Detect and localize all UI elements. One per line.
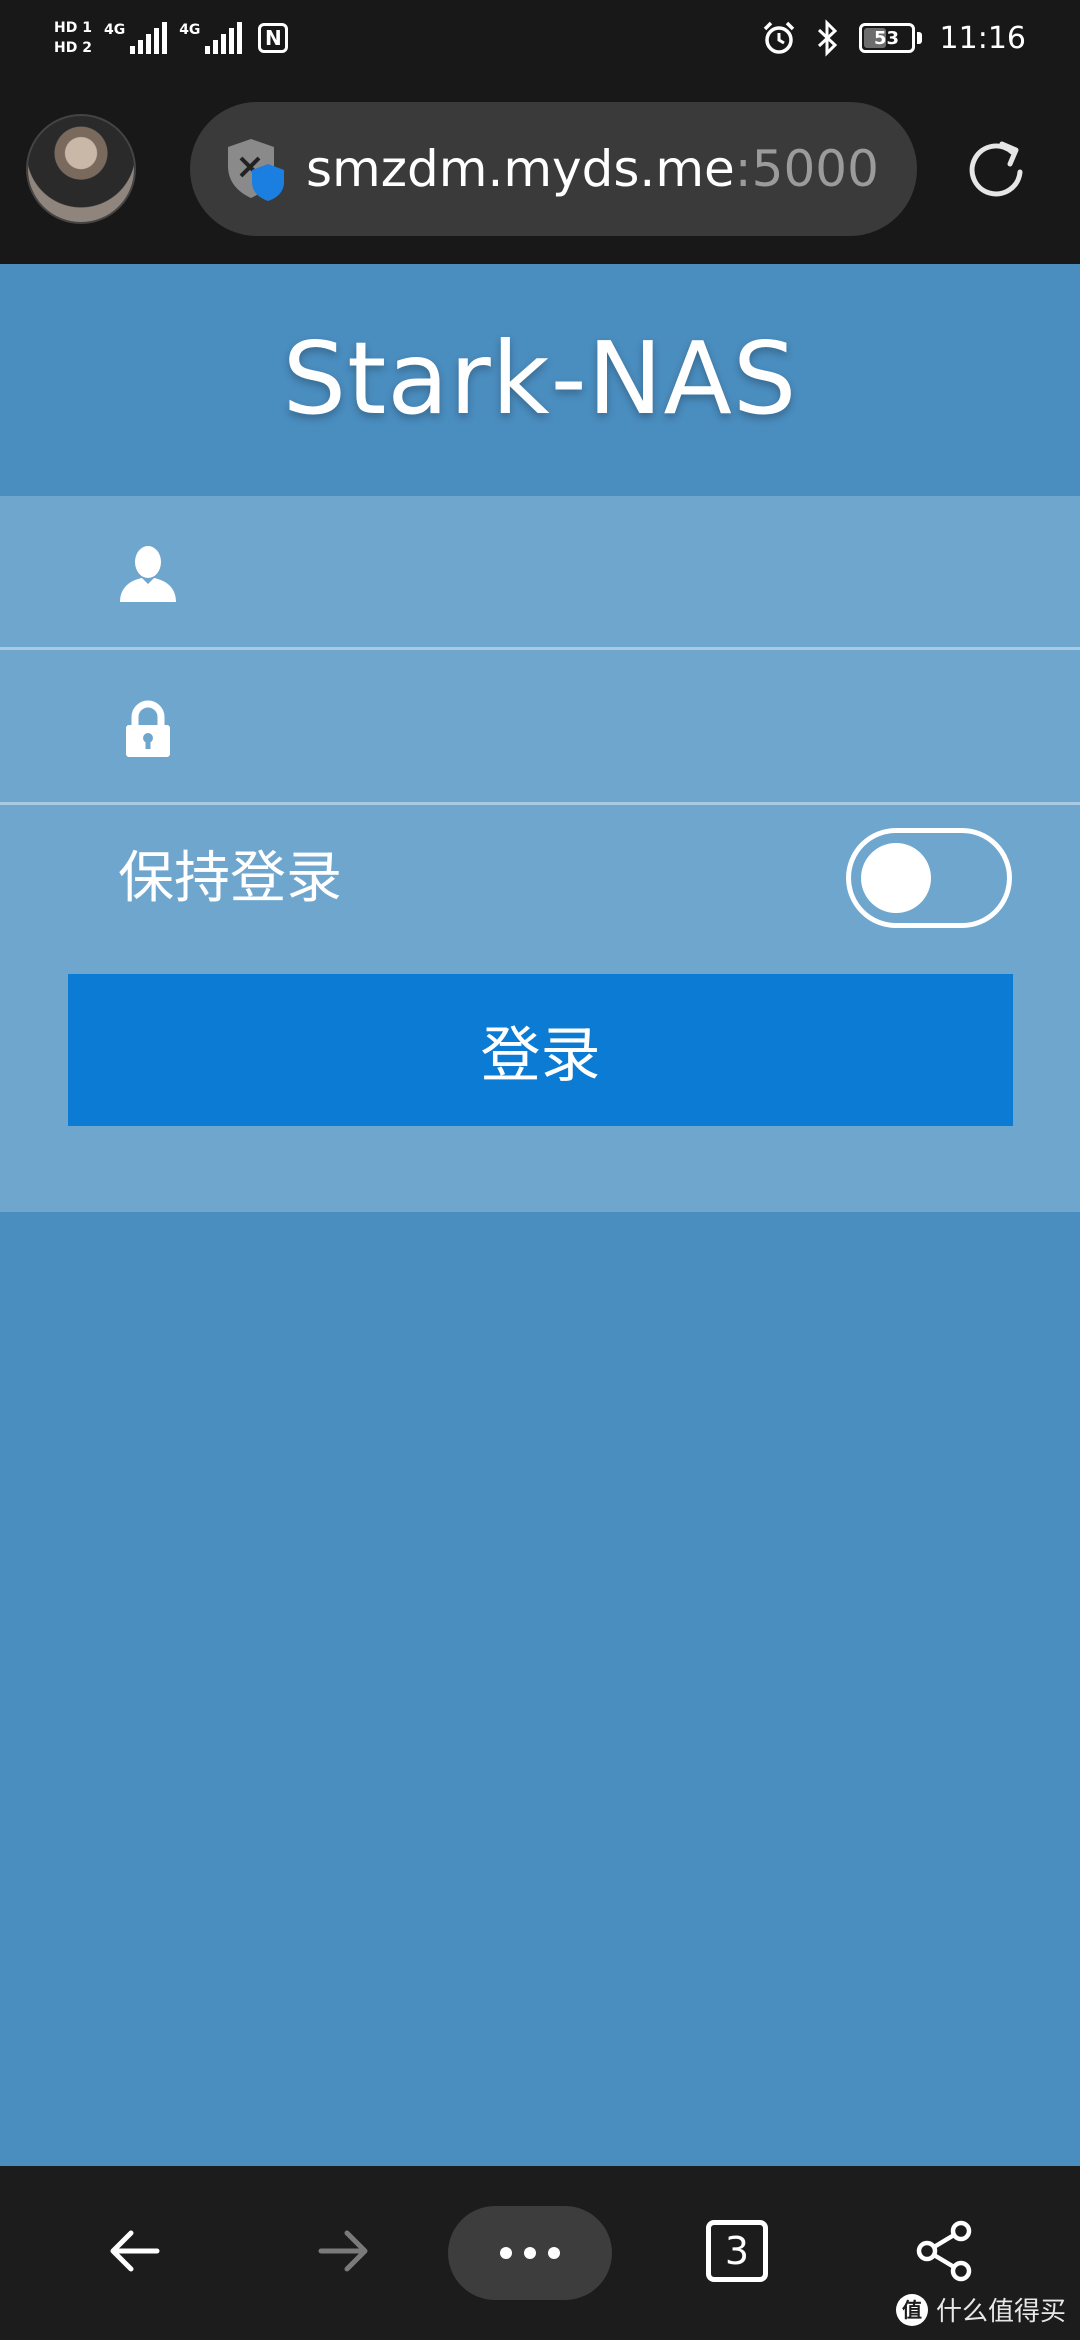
nfc-icon: N xyxy=(258,23,289,53)
network1-label: 4G xyxy=(103,22,126,38)
status-bar: HD 1 HD 2 4G 4G N 53 11:16 xyxy=(0,0,1080,76)
more-button[interactable] xyxy=(448,2206,612,2300)
network2-label: 4G xyxy=(179,22,201,38)
tabs-button[interactable]: 3 xyxy=(692,2206,782,2296)
forward-arrow-icon xyxy=(318,2230,368,2272)
address-bar[interactable]: smzdm.myds.me:5000 xyxy=(190,102,917,236)
url-port: :5000 xyxy=(734,140,879,198)
sim2-label: HD 2 xyxy=(54,40,92,56)
remember-toggle[interactable] xyxy=(846,828,1012,928)
lock-icon xyxy=(126,700,170,757)
url-host: smzdm.myds.me xyxy=(306,140,735,198)
share-icon xyxy=(916,2220,972,2282)
password-input[interactable] xyxy=(210,681,1030,775)
signal-icon: 4G xyxy=(103,22,168,54)
watermark: 值 什么值得买 xyxy=(895,2291,1066,2328)
avatar[interactable] xyxy=(26,114,136,224)
sim-labels: HD 1 HD 2 xyxy=(54,20,92,56)
username-input[interactable] xyxy=(210,526,1030,620)
watermark-logo: 值 xyxy=(895,2293,928,2326)
login-button[interactable]: 登录 xyxy=(68,974,1013,1126)
tabs-icon: 3 xyxy=(706,2220,768,2282)
reload-icon[interactable] xyxy=(960,132,1036,208)
bottom-navigation: 3 值 什么值得买 xyxy=(0,2166,1080,2340)
status-right: 53 11:16 xyxy=(761,14,1026,62)
share-button[interactable] xyxy=(900,2206,990,2296)
more-icon xyxy=(524,2247,536,2259)
url-text[interactable]: smzdm.myds.me:5000 xyxy=(306,140,879,198)
watermark-text: 什么值得买 xyxy=(935,2297,1066,2327)
sim1-label: HD 1 xyxy=(54,20,92,36)
clock: 11:16 xyxy=(939,20,1026,56)
back-button[interactable] xyxy=(90,2206,180,2296)
bluetooth-icon xyxy=(817,19,837,57)
back-arrow-icon xyxy=(110,2230,160,2272)
browser-toolbar: smzdm.myds.me:5000 xyxy=(0,76,1080,264)
page-content: Stark-NAS 保持登录 登录 xyxy=(0,264,1080,2166)
status-left: HD 1 HD 2 4G 4G N xyxy=(54,14,289,62)
more-icon xyxy=(500,2247,512,2259)
login-form: 保持登录 登录 xyxy=(0,496,1080,1212)
username-row[interactable] xyxy=(0,496,1080,650)
more-icon xyxy=(548,2247,560,2259)
user-icon xyxy=(120,546,176,602)
title-band: Stark-NAS xyxy=(0,264,1080,496)
forward-button[interactable] xyxy=(298,2206,388,2296)
remember-label: 保持登录 xyxy=(118,846,342,911)
battery-level: 53 xyxy=(874,28,900,49)
alarm-icon xyxy=(763,21,794,54)
toggle-knob xyxy=(861,843,931,913)
battery-icon: 53 xyxy=(858,23,922,53)
page-title: Stark-NAS xyxy=(282,320,798,437)
signal-icon: 4G xyxy=(179,22,243,54)
security-shield-icon[interactable] xyxy=(224,136,286,202)
password-row[interactable] xyxy=(0,651,1080,805)
